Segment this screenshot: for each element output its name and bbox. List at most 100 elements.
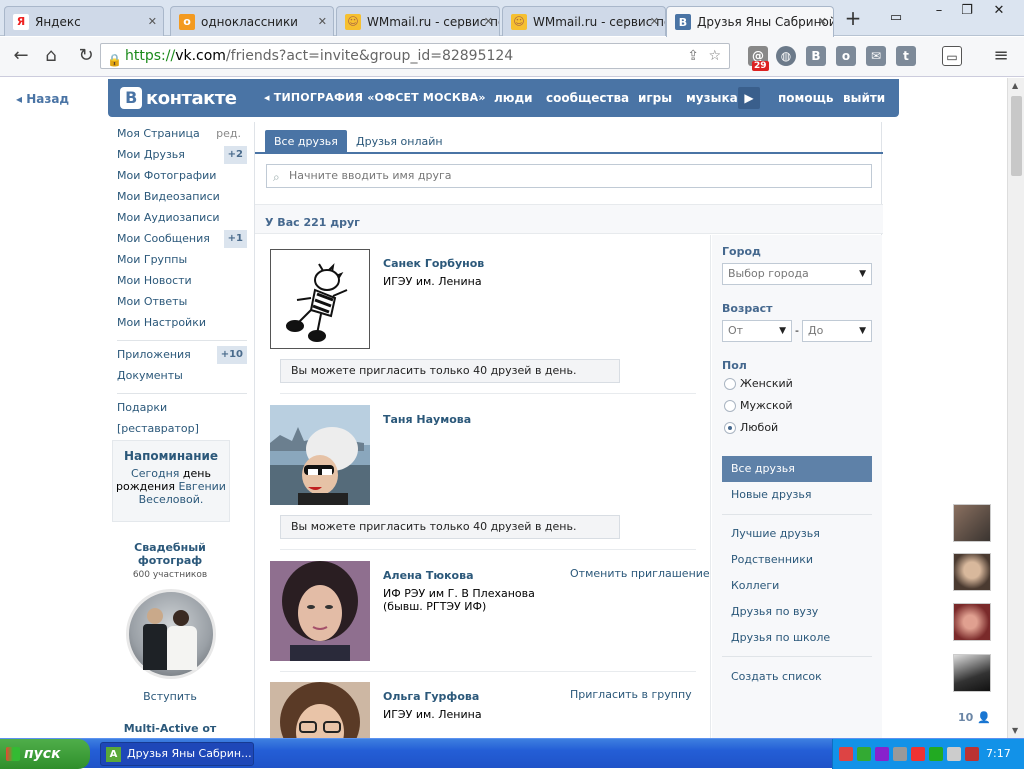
nav-communities[interactable]: сообщества <box>546 91 629 105</box>
close-tab-icon[interactable]: ✕ <box>484 15 493 28</box>
close-window-icon[interactable]: ✕ <box>985 3 1013 21</box>
list-university-friends[interactable]: Друзья по вузу <box>722 599 872 625</box>
chat-icon[interactable]: ▭ <box>942 46 962 66</box>
menu-documents[interactable]: Документы <box>117 369 247 390</box>
nav-more-arrow-icon[interactable]: ▶ <box>738 87 760 109</box>
list-new-friends[interactable]: Новые друзья <box>722 482 872 508</box>
minimize-icon[interactable]: – <box>925 3 953 21</box>
twitter-extension-icon[interactable]: t <box>896 46 916 66</box>
friend-name-link[interactable]: Алена Тюкова <box>383 569 474 582</box>
ad-second-title[interactable]: Multi-Active от <box>118 722 222 735</box>
age-to-select[interactable]: До ▼ <box>802 320 872 342</box>
tab-friends-online[interactable]: Друзья онлайн <box>347 130 452 154</box>
nav-logout[interactable]: выйти <box>843 91 885 105</box>
nav-people[interactable]: люди <box>494 91 533 105</box>
menu-gifts[interactable]: Подарки <box>117 401 247 422</box>
start-button[interactable]: пуск <box>0 739 90 769</box>
vk-extension-icon[interactable]: B <box>806 46 826 66</box>
address-bar[interactable]: 🔒 https://vk.com/friends?act=invite&grou… <box>100 43 730 69</box>
window-list-icon[interactable]: ▭ <box>882 10 910 28</box>
list-best-friends[interactable]: Лучшие друзья <box>722 521 872 547</box>
menu-edit-link[interactable]: ред. <box>216 127 241 141</box>
tab-wmmail-1[interactable]: ☺ WMmail.ru - сервис по ✕ <box>336 6 500 36</box>
friend-name-link[interactable]: Таня Наумова <box>383 413 471 426</box>
tray-icon[interactable] <box>875 747 889 761</box>
nav-help[interactable]: помощь <box>778 91 833 105</box>
nav-games[interactable]: игры <box>638 91 672 105</box>
tab-wmmail-2[interactable]: ☺ WMmail.ru - сервис по ✕ <box>502 6 666 36</box>
bookmark-star-icon[interactable]: ☆ <box>708 44 721 68</box>
radio-any[interactable]: Любой <box>724 421 778 435</box>
tray-icon[interactable] <box>929 747 943 761</box>
restore-icon[interactable]: ❐ <box>953 3 981 21</box>
scroll-down-icon[interactable]: ▼ <box>1012 726 1018 735</box>
create-list-link[interactable]: Создать список <box>722 664 872 690</box>
online-friend-avatar[interactable] <box>953 654 991 692</box>
age-from-select[interactable]: От ▼ <box>722 320 792 342</box>
close-tab-icon[interactable]: ✕ <box>818 15 827 28</box>
ad-group-title[interactable]: Свадебный фотограф <box>118 541 222 567</box>
friend-search-input[interactable]: ⌕ Начните вводить имя друга <box>266 164 872 188</box>
header-group-link[interactable]: ◂ ТИПОГРАФИЯ «ОФСЕТ МОСКВА» <box>264 91 486 104</box>
close-tab-icon[interactable]: ✕ <box>650 15 659 28</box>
share-icon[interactable]: ⇪ <box>687 44 699 68</box>
friend-photo[interactable] <box>270 405 370 505</box>
taskbar-window-button[interactable]: A Друзья Яны Сабрин... <box>100 742 254 766</box>
online-friend-avatar[interactable] <box>953 504 991 542</box>
city-select[interactable]: Выбор города ▼ <box>722 263 872 285</box>
tab-yandex[interactable]: Я Яндекс ✕ <box>4 6 164 36</box>
invite-to-group-link[interactable]: Пригласить в группу <box>570 688 692 701</box>
volume-icon[interactable] <box>947 747 961 761</box>
reload-icon[interactable]: ↻ <box>75 45 97 67</box>
cancel-invite-link[interactable]: Отменить приглашение <box>570 567 710 580</box>
friend-photo[interactable] <box>270 249 370 349</box>
globe-icon[interactable]: ◍ <box>776 46 796 66</box>
menu-icon[interactable]: ≡ <box>990 45 1012 67</box>
scrollbar-thumb[interactable] <box>1011 96 1022 176</box>
vk-logo[interactable]: Bконтакте <box>120 87 237 109</box>
online-friend-avatar[interactable] <box>953 553 991 591</box>
tab-odnoklassniki[interactable]: o одноклассники ✕ <box>170 6 334 36</box>
list-relatives[interactable]: Родственники <box>722 547 872 573</box>
list-colleagues[interactable]: Коллеги <box>722 573 872 599</box>
friend-photo[interactable] <box>270 682 370 738</box>
menu-my-news[interactable]: Мои Новости <box>117 274 247 295</box>
menu-my-audio[interactable]: Мои Аудиозаписи <box>117 211 247 232</box>
tab-vk-friends[interactable]: B Друзья Яны Сабриной ✕ <box>666 6 834 37</box>
back-arrow-icon[interactable]: ← <box>10 45 32 67</box>
radio-female[interactable]: Женский <box>724 377 793 391</box>
tray-icon[interactable] <box>893 747 907 761</box>
close-tab-icon[interactable]: ✕ <box>318 15 327 28</box>
tray-icon[interactable] <box>857 747 871 761</box>
menu-my-friends[interactable]: Мои Друзья +2 <box>117 146 247 169</box>
tab-all-friends[interactable]: Все друзья <box>265 130 347 154</box>
online-friend-avatar[interactable] <box>953 603 991 641</box>
back-link[interactable]: ◂ Назад <box>16 92 69 106</box>
list-school-friends[interactable]: Друзья по школе <box>722 625 872 651</box>
menu-my-videos[interactable]: Мои Видеозаписи <box>117 190 247 211</box>
radio-male[interactable]: Мужской <box>724 399 792 413</box>
menu-my-messages[interactable]: Мои Сообщения +1 <box>117 230 247 253</box>
list-all-friends[interactable]: Все друзья <box>722 456 872 482</box>
language-flag-icon[interactable] <box>965 747 979 761</box>
menu-my-page[interactable]: Моя Страница ред. <box>117 127 247 148</box>
tray-icon[interactable] <box>839 747 853 761</box>
menu-my-settings[interactable]: Мои Настройки <box>117 316 247 337</box>
menu-apps[interactable]: Приложения +10 <box>117 346 247 369</box>
scroll-up-icon[interactable]: ▲ <box>1012 81 1018 90</box>
new-tab-icon[interactable]: + <box>840 8 866 30</box>
ok-extension-icon[interactable]: o <box>836 46 856 66</box>
menu-my-photos[interactable]: Мои Фотографии <box>117 169 247 190</box>
page-scrollbar[interactable]: ▲ ▼ <box>1007 78 1024 738</box>
home-icon[interactable]: ⌂ <box>40 45 62 67</box>
ad-wedding-photo[interactable] <box>126 589 216 679</box>
friend-name-link[interactable]: Санек Горбунов <box>383 257 484 270</box>
friend-photo[interactable] <box>270 561 370 661</box>
menu-my-answers[interactable]: Мои Ответы <box>117 295 247 316</box>
tray-icon[interactable] <box>911 747 925 761</box>
menu-my-groups[interactable]: Мои Группы <box>117 253 247 274</box>
close-tab-icon[interactable]: ✕ <box>148 15 157 28</box>
online-count[interactable]: 10 👤 <box>958 711 991 724</box>
reminder-today-link[interactable]: Сегодня <box>131 467 179 480</box>
mail-ru-extension-icon[interactable]: ✉ <box>866 46 886 66</box>
